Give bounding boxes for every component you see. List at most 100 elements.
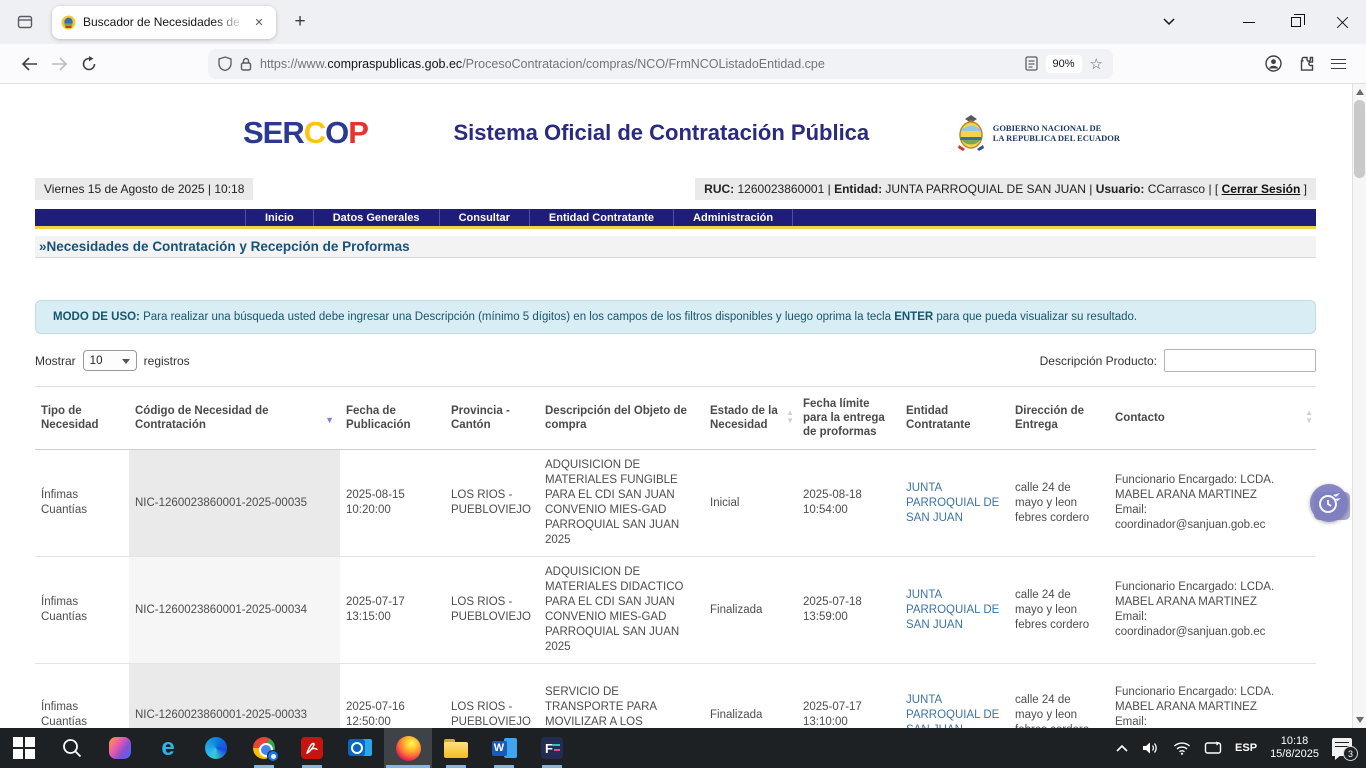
- sercop-logo: SERCOP: [243, 115, 369, 150]
- page-scrollbar[interactable]: [1352, 84, 1366, 728]
- nav-item-consultar[interactable]: Consultar: [438, 209, 529, 226]
- column-header-fecha-limite[interactable]: Fecha límite para la entrega de proforma…: [797, 387, 900, 449]
- tab-favicon-icon: [61, 15, 76, 29]
- nav-item-inicio[interactable]: Inicio: [245, 209, 313, 226]
- column-header-estado[interactable]: Estado de la Necesidad: [704, 387, 797, 449]
- ecuador-crest-icon: [957, 115, 984, 151]
- scrollbar-thumb[interactable]: [1354, 100, 1365, 178]
- lock-icon[interactable]: [240, 57, 252, 71]
- copilot-icon: [109, 737, 131, 759]
- taskbar-acrobat-button[interactable]: [288, 728, 336, 768]
- nav-item-administracion[interactable]: Administración: [673, 209, 794, 226]
- column-header-direccion[interactable]: Dirección de Entrega: [1009, 387, 1109, 449]
- minimize-button[interactable]: [1225, 0, 1272, 44]
- taskbar-clock[interactable]: 10:18 15/8/2025: [1270, 735, 1319, 762]
- info-bar: Viernes 15 de Agosto de 2025 | 10:18 RUC…: [35, 178, 1316, 200]
- tray-chevron-up-icon[interactable]: [1115, 744, 1129, 753]
- cell-provincia: LOS RIOS - PUEBLOVIEJO: [451, 596, 531, 623]
- taskbar-explorer-button[interactable]: [432, 728, 480, 768]
- column-header-provincia[interactable]: Provincia - Cantón: [445, 387, 539, 449]
- taskbar-firefox-button[interactable]: [384, 728, 432, 768]
- wifi-icon[interactable]: [1173, 741, 1191, 755]
- cell-tipo: Ínfimas Cuantías: [41, 489, 88, 516]
- nav-item-entidad-contratante[interactable]: Entidad Contratante: [528, 209, 673, 226]
- browser-toolbar: https://www.compraspublicas.gob.ec/Proce…: [0, 44, 1366, 84]
- column-header-fecha-publicacion[interactable]: Fecha de Publicación: [340, 387, 445, 449]
- scroll-down-arrow[interactable]: [1356, 717, 1364, 723]
- browser-tab[interactable]: Buscador de Necesidades de Co: [52, 5, 276, 39]
- menu-hamburger-icon[interactable]: [1331, 58, 1346, 69]
- site-header: SERCOP Sistema Oficial de Contratación P…: [35, 96, 1316, 170]
- taskbar: e W F ESP 10:18 15/8/2025 3: [0, 728, 1366, 768]
- sort-desc-icon[interactable]: [325, 413, 334, 427]
- notification-center-icon[interactable]: 3: [1332, 738, 1358, 761]
- back-icon[interactable]: [14, 49, 44, 79]
- url-path: /ProcesoContratacion/compras/NCO/FrmNCOL…: [462, 56, 825, 71]
- sort-icon[interactable]: [786, 409, 794, 425]
- new-tab-button[interactable]: [286, 8, 314, 36]
- scroll-up-arrow[interactable]: [1356, 89, 1364, 95]
- cell-direccion: calle 24 de mayo y leon febres cordero: [1015, 481, 1090, 524]
- word-icon: W: [491, 737, 517, 759]
- url-bar[interactable]: https://www.compraspublicas.gob.ec/Proce…: [208, 48, 1113, 79]
- reload-icon[interactable]: [74, 49, 104, 79]
- winged-clock-icon: [1319, 493, 1341, 513]
- url-domain: compraspublicas.gob.ec: [327, 56, 463, 71]
- tray-date: 15/8/2025: [1270, 748, 1319, 760]
- tab-close-icon[interactable]: [251, 14, 267, 30]
- column-header-contacto[interactable]: Contacto: [1109, 387, 1316, 449]
- table-row: Ínfimas Cuantías NIC-1260023860001-2025-…: [35, 664, 1316, 728]
- chrome-icon: [253, 737, 279, 762]
- forward-icon[interactable]: [44, 49, 74, 79]
- volume-icon[interactable]: [1142, 741, 1160, 755]
- column-header-tipo[interactable]: Tipo de Necesidad: [35, 387, 129, 449]
- floating-timer-widget[interactable]: [1310, 484, 1348, 522]
- records-per-page-select[interactable]: 10: [82, 350, 137, 371]
- firefox-view-icon[interactable]: [10, 7, 40, 37]
- taskbar-word-button[interactable]: W: [480, 728, 528, 768]
- extensions-puzzle-icon[interactable]: [1298, 55, 1315, 72]
- taskbar-outlook-button[interactable]: [336, 728, 384, 768]
- taskbar-ie-button[interactable]: e: [144, 728, 192, 768]
- account-icon[interactable]: [1265, 55, 1282, 72]
- logout-link[interactable]: Cerrar Sesión: [1222, 182, 1301, 196]
- restore-button[interactable]: [1272, 0, 1319, 44]
- list-tabs-chevron-icon[interactable]: [1162, 13, 1176, 31]
- nav-item-datos-generales[interactable]: Datos Generales: [312, 209, 439, 226]
- column-header-descripcion[interactable]: Descripción del Objeto de compra: [539, 387, 704, 449]
- column-header-entidad[interactable]: Entidad Contratante: [900, 387, 1009, 449]
- system-tray: ESP 10:18 15/8/2025 3: [1115, 728, 1366, 768]
- cell-fecha-limite: 2025-08-18 10:54:00: [803, 489, 862, 516]
- internet-explorer-icon: e: [161, 734, 175, 761]
- page-content: SERCOP Sistema Oficial de Contratación P…: [0, 84, 1366, 728]
- main-navigation: Inicio Datos Generales Consultar Entidad…: [35, 209, 1316, 229]
- tab-title: Buscador de Necesidades de Co: [83, 15, 244, 29]
- url-text[interactable]: https://www.compraspublicas.gob.ec/Proce…: [260, 57, 1017, 71]
- column-header-codigo[interactable]: Código de Necesidad de Contratación: [129, 387, 340, 449]
- chrome-profile-badge: [267, 750, 279, 762]
- cell-fecha-publicacion: 2025-08-15 10:20:00: [346, 489, 405, 516]
- sort-icon[interactable]: [1305, 409, 1313, 425]
- shield-icon[interactable]: [218, 56, 232, 71]
- taskbar-search-button[interactable]: [48, 728, 96, 768]
- entity-link[interactable]: JUNTA PARROQUIAL DE SAN JUAN: [906, 693, 1001, 729]
- taskbar-chrome-button[interactable]: [240, 728, 288, 768]
- zoom-level-badge[interactable]: 90%: [1045, 54, 1082, 73]
- product-description-input[interactable]: [1164, 349, 1316, 372]
- start-button[interactable]: [0, 728, 48, 768]
- cell-direccion: calle 24 de mayo y leon febres cordero: [1015, 693, 1089, 729]
- browser-window: Buscador de Necesidades de Co https://ww…: [0, 0, 1366, 768]
- government-caption: GOBIERNO NACIONAL DE LA REPUBLICA DEL EC…: [992, 123, 1120, 143]
- show-label: Mostrar: [35, 353, 76, 368]
- entity-link[interactable]: JUNTA PARROQUIAL DE SAN JUAN: [906, 481, 1001, 526]
- cell-fecha-publicacion: 2025-07-16 12:50:00: [346, 701, 405, 728]
- close-button[interactable]: [1319, 0, 1366, 44]
- taskbar-forticlient-button[interactable]: F: [528, 728, 576, 768]
- taskbar-edge-button[interactable]: [192, 728, 240, 768]
- bookmark-star-icon[interactable]: [1090, 55, 1103, 73]
- cast-display-icon[interactable]: [1204, 741, 1222, 755]
- entity-link[interactable]: JUNTA PARROQUIAL DE SAN JUAN: [906, 588, 1001, 633]
- taskbar-copilot-button[interactable]: [96, 728, 144, 768]
- reader-mode-icon[interactable]: [1024, 56, 1038, 71]
- language-indicator[interactable]: ESP: [1235, 742, 1257, 754]
